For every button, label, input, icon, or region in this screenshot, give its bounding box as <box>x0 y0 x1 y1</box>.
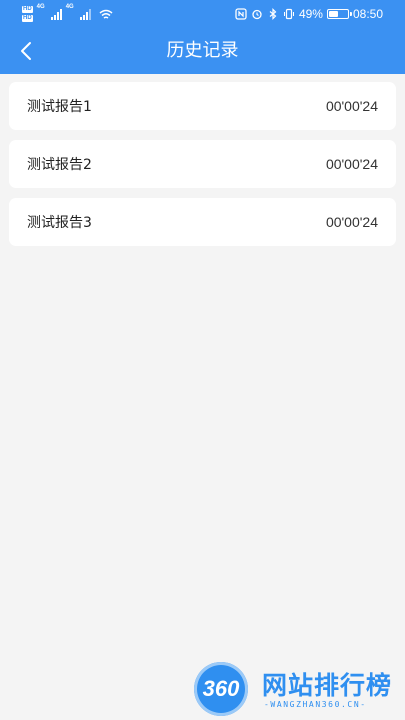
signal-icon <box>50 8 62 20</box>
watermark-brand: 网站排行榜 <box>262 671 393 700</box>
list-item[interactable]: 测试报告3 00'00'24 <box>9 198 396 246</box>
record-name: 测试报告2 <box>27 157 92 173</box>
network-type-label: 4G <box>36 4 45 10</box>
record-duration: 00'00'24 <box>325 156 378 172</box>
status-left: HD HD 4G 4G <box>22 4 113 24</box>
record-duration: 00'00'24 <box>325 98 378 114</box>
hd-badge: HD <box>22 15 33 22</box>
status-bar: HD HD 4G 4G 49% 08:50 <box>0 0 405 28</box>
record-name: 测试报告1 <box>27 99 92 115</box>
record-list: 测试报告1 00'00'24 测试报告2 00'00'24 测试报告3 00'0… <box>9 82 396 256</box>
page-title: 历史记录 <box>166 40 239 61</box>
app-bar: 历史记录 <box>0 28 405 74</box>
nfc-icon <box>235 8 247 20</box>
record-duration: 00'00'24 <box>325 214 378 230</box>
network-type-label: 4G <box>65 4 74 10</box>
battery-icon <box>326 9 352 19</box>
list-item[interactable]: 测试报告2 00'00'24 <box>9 140 396 188</box>
bluetooth-icon <box>269 8 277 20</box>
signal-icon <box>79 8 91 20</box>
alarm-icon <box>252 9 262 20</box>
hd-badge: HD <box>22 6 33 13</box>
wifi-icon <box>99 9 113 19</box>
watermark-url: -WANGZHAN360.CN- <box>264 700 367 709</box>
record-name: 测试报告3 <box>27 215 92 231</box>
watermark-logo: 360 <box>194 662 248 716</box>
list-item[interactable]: 测试报告1 00'00'24 <box>9 82 396 130</box>
status-right: 49% 08:50 <box>235 4 383 24</box>
vibrate-icon <box>283 8 294 20</box>
back-button[interactable] <box>10 35 42 67</box>
clock: 08:50 <box>352 7 383 21</box>
battery-percent: 49% <box>298 7 323 21</box>
watermark: 360 网站排行榜 -WANGZHAN360.CN- <box>192 660 402 718</box>
chevron-left-icon <box>21 42 31 60</box>
